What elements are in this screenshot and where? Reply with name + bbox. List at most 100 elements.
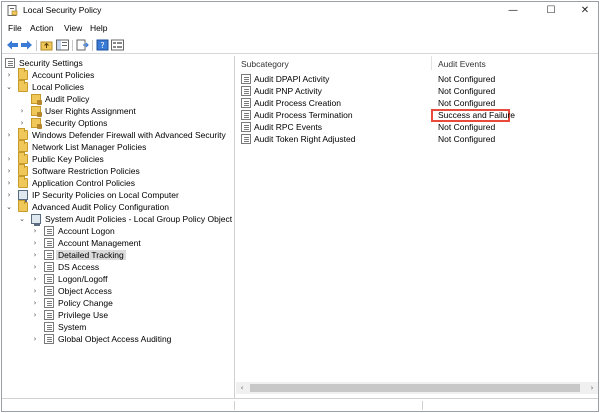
scrollbar-thumb[interactable] [250, 384, 580, 392]
policy-folder-icon [31, 94, 42, 105]
tree-item-label: Security Options [45, 118, 108, 128]
chevron-down-icon[interactable]: ⌄ [5, 201, 13, 213]
status-divider [422, 401, 423, 410]
tree-item-label: Local Policies [32, 82, 84, 92]
audit-events-value: Not Configured [438, 98, 496, 108]
chevron-right-icon[interactable]: › [18, 105, 26, 117]
chevron-down-icon[interactable]: ⌄ [5, 81, 13, 93]
chevron-right-icon[interactable]: › [31, 249, 39, 261]
tree-item-label: System Audit Policies - Local Group Poli… [45, 214, 233, 224]
menu-action[interactable]: Action [30, 23, 54, 33]
subcategory-name: Audit Process Termination [254, 110, 353, 120]
audit-category-icon [44, 334, 54, 344]
scroll-left-icon[interactable]: ‹ [236, 382, 248, 394]
maximize-button[interactable]: ☐ [534, 2, 568, 19]
title-bar: Local Security Policy — ☐ ✕ [2, 2, 598, 19]
chevron-right-icon[interactable]: › [31, 225, 39, 237]
chevron-right-icon[interactable]: › [31, 273, 39, 285]
audit-events-value: Success and Failure [438, 110, 516, 120]
audit-category-icon [44, 286, 54, 296]
subcategory-name: Audit DPAPI Activity [254, 74, 330, 84]
list-row[interactable]: Audit PNP Activity Not Configured [236, 85, 598, 97]
chevron-right-icon[interactable]: › [31, 297, 39, 309]
list-row[interactable]: Audit Process Termination Success and Fa… [236, 109, 598, 122]
folder-icon [18, 200, 28, 212]
folder-icon [18, 140, 28, 152]
folder-icon [18, 128, 28, 140]
subcategory-name: Audit Token Right Adjusted [254, 134, 356, 144]
chevron-right-icon[interactable]: › [31, 261, 39, 273]
list-row[interactable]: Audit DPAPI Activity Not Configured [236, 73, 598, 85]
policy-folder-icon [31, 118, 42, 129]
audit-events-value: Not Configured [438, 134, 496, 144]
column-divider[interactable] [431, 56, 432, 70]
tree-item-label: Security Settings [19, 58, 83, 68]
minimize-button[interactable]: — [496, 2, 530, 19]
forward-arrow-icon[interactable] [20, 39, 33, 51]
audit-category-icon [44, 250, 54, 260]
tree-item-label: Object Access [58, 286, 112, 296]
column-header-audit-events[interactable]: Audit Events [438, 59, 486, 69]
chevron-right-icon[interactable]: › [5, 189, 13, 201]
help-icon[interactable]: ? [96, 39, 109, 51]
chevron-right-icon[interactable]: › [31, 333, 39, 345]
tree-item-label: DS Access [58, 262, 100, 272]
close-button[interactable]: ✕ [568, 2, 600, 19]
folder-icon [18, 68, 28, 80]
tree-item-label: Public Key Policies [32, 154, 104, 164]
toolbar-separator [72, 40, 73, 51]
audit-subcategory-icon [241, 86, 251, 96]
policy-folder-icon [31, 106, 42, 117]
column-header-subcategory[interactable]: Subcategory [241, 59, 289, 69]
tree-item-label: Network List Manager Policies [32, 142, 147, 152]
status-divider [234, 401, 235, 410]
audit-category-icon [44, 322, 54, 332]
export-list-icon[interactable] [76, 39, 89, 51]
security-policy-app-icon [7, 5, 18, 16]
tree-item-label: Account Logon [58, 226, 115, 236]
tree-item-label: System [58, 322, 87, 332]
tree-item-label: Windows Defender Firewall with Advanced … [32, 130, 226, 140]
menu-bar: File Action View Help [2, 22, 598, 36]
chevron-right-icon[interactable]: › [5, 153, 13, 165]
show-hide-tree-icon[interactable] [56, 39, 69, 51]
chevron-right-icon[interactable]: › [31, 309, 39, 321]
folder-icon [18, 80, 28, 92]
menu-view[interactable]: View [64, 23, 82, 33]
chevron-right-icon[interactable]: › [5, 177, 13, 189]
scroll-right-icon[interactable]: › [586, 382, 598, 394]
audit-subcategory-icon [241, 122, 251, 132]
tree-item-label: Audit Policy [45, 94, 90, 104]
tree-item-label: Policy Change [58, 298, 113, 308]
tree-item-label: Account Policies [32, 70, 95, 80]
chevron-right-icon[interactable]: › [5, 129, 13, 141]
horizontal-scrollbar[interactable]: ‹ › [236, 382, 598, 394]
tree-item-label-selected: Detailed Tracking [56, 250, 126, 260]
chevron-right-icon[interactable]: › [31, 237, 39, 249]
chevron-right-icon[interactable]: › [5, 165, 13, 177]
list-row[interactable]: Audit Process Creation Not Configured [236, 97, 598, 109]
chevron-right-icon[interactable]: › [31, 285, 39, 297]
audit-events-value: Not Configured [438, 122, 496, 132]
tree-item-label: Software Restriction Policies [32, 166, 140, 176]
tree-item-label: Account Management [58, 238, 141, 248]
chevron-right-icon[interactable]: › [5, 69, 13, 81]
computer-icon [18, 190, 28, 202]
folder-icon [18, 164, 28, 176]
chevron-down-icon[interactable]: ⌄ [18, 213, 26, 225]
audit-category-icon [44, 226, 54, 236]
list-row[interactable]: Audit RPC Events Not Configured [236, 121, 598, 133]
list-row[interactable]: Audit Token Right Adjusted Not Configure… [236, 133, 598, 145]
subcategory-name: Audit Process Creation [254, 98, 341, 108]
tree-item-label: Global Object Access Auditing [58, 334, 172, 344]
menu-file[interactable]: File [8, 23, 22, 33]
up-folder-icon[interactable] [40, 39, 53, 51]
policy-object-icon [31, 214, 41, 226]
properties-icon[interactable] [111, 39, 124, 51]
menu-help[interactable]: Help [90, 23, 107, 33]
audit-subcategory-icon [241, 74, 251, 84]
audit-category-icon [44, 274, 54, 284]
tree-item-label: Application Control Policies [32, 178, 135, 188]
back-arrow-icon[interactable] [6, 39, 19, 51]
list-header: Subcategory Audit Events [236, 56, 598, 70]
